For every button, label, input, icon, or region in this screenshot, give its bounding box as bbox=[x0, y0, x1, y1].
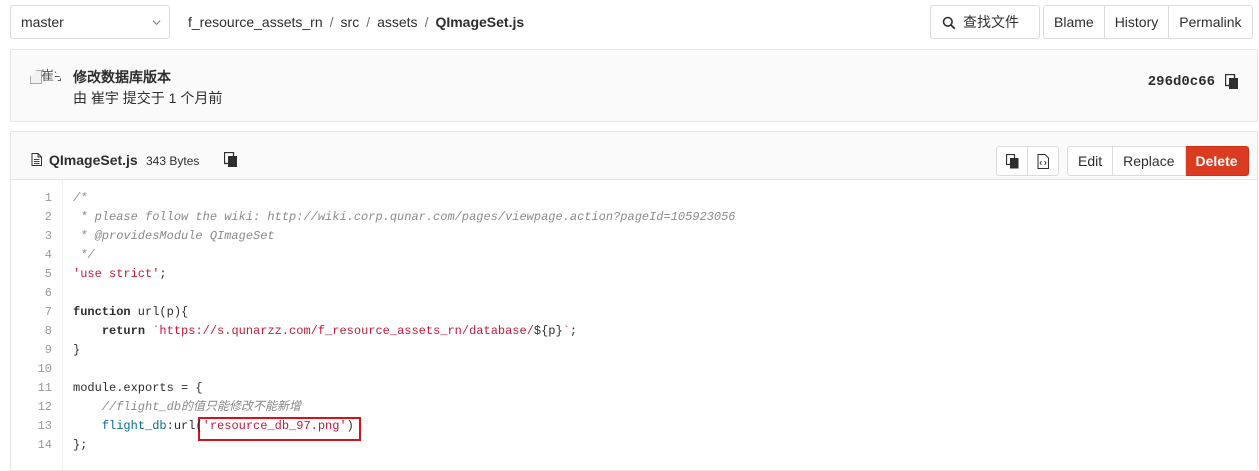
branch-selector[interactable]: master bbox=[10, 5, 170, 39]
edit-button[interactable]: Edit bbox=[1067, 146, 1114, 176]
line-number[interactable]: 2 bbox=[12, 208, 52, 227]
code-token: //flight_db的值只能修改不能新增 bbox=[73, 400, 302, 414]
code-token: }; bbox=[73, 438, 88, 452]
code-token: url(p){ bbox=[130, 305, 189, 319]
code-token: return bbox=[101, 324, 146, 338]
code-token: ; bbox=[569, 324, 578, 338]
breadcrumb-item-src[interactable]: src bbox=[341, 14, 360, 30]
line-number[interactable]: 3 bbox=[12, 227, 52, 246]
find-file-button[interactable]: 查找文件 bbox=[930, 5, 1040, 39]
code-token: ${p} bbox=[533, 324, 563, 338]
history-button[interactable]: History bbox=[1104, 5, 1170, 39]
code-token: ` bbox=[562, 324, 570, 338]
line-number[interactable]: 7 bbox=[12, 303, 52, 322]
code-line: */ bbox=[73, 246, 95, 265]
line-number[interactable]: 12 bbox=[12, 398, 52, 417]
blame-button[interactable]: Blame bbox=[1043, 5, 1105, 39]
open-raw-button[interactable] bbox=[1027, 146, 1059, 176]
code-token: /* bbox=[73, 191, 88, 205]
code-token: } bbox=[73, 343, 81, 357]
commit-sha[interactable]: 296d0c66 bbox=[1148, 74, 1215, 90]
code-line: * please follow the wiki: http://wiki.co… bbox=[73, 208, 736, 227]
breadcrumb-item-file: QImageSet.js bbox=[435, 14, 525, 30]
code-token: * please follow the wiki: http://wiki.co… bbox=[73, 210, 736, 224]
code-token: `https://s.qunarzz.com/f_resource_assets… bbox=[152, 324, 534, 338]
code-token: ; bbox=[159, 267, 167, 281]
copy-sha-icon[interactable] bbox=[1225, 74, 1239, 90]
line-number[interactable]: 6 bbox=[12, 284, 52, 303]
code-line: flight_db:url('resource_db_97.png') bbox=[73, 417, 354, 436]
file-actions-group: Blame History Permalink bbox=[1043, 5, 1253, 39]
code-view: 1 2 3 4 5 6 7 8 9 10 11 12 13 14 /* * please follow t… bbox=[11, 180, 1257, 470]
code-line: } bbox=[73, 341, 80, 360]
code-line: * @providesModule QImageSet bbox=[73, 227, 275, 246]
line-number[interactable]: 14 bbox=[12, 436, 52, 455]
avatar[interactable]: 崔宇's bbox=[28, 68, 62, 102]
branch-name: master bbox=[21, 14, 64, 30]
commit-meta: 由 崔宇 提交于 1 个月前 bbox=[73, 90, 223, 106]
breadcrumb: f_resource_assets_rn / src / assets / QImageSe… bbox=[188, 4, 524, 40]
code-token: ) bbox=[346, 419, 354, 433]
line-number[interactable]: 11 bbox=[12, 379, 52, 398]
code-token: :url( bbox=[166, 419, 203, 433]
file-size: 343 Bytes bbox=[146, 154, 200, 168]
code-token: module.exports = { bbox=[73, 381, 203, 395]
edit-actions-group: Edit Replace Delete bbox=[1067, 146, 1249, 176]
avatar-alt-text: 崔宇's bbox=[41, 68, 62, 83]
chevron-down-icon bbox=[152, 20, 161, 26]
file-header: QImageSet.js 343 Bytes Edit Replace Dele… bbox=[11, 132, 1257, 180]
line-number[interactable]: 4 bbox=[12, 246, 52, 265]
delete-button[interactable]: Delete bbox=[1185, 146, 1249, 176]
top-bar: master f_resource_assets_rn / src / assets / Q… bbox=[10, 4, 1259, 40]
copy-path-icon[interactable] bbox=[224, 152, 238, 168]
line-number[interactable]: 13 bbox=[12, 417, 52, 436]
code-line: //flight_db的值只能修改不能新增 bbox=[73, 398, 301, 417]
file-icon bbox=[31, 153, 42, 166]
replace-button[interactable]: Replace bbox=[1113, 146, 1186, 176]
code-token: flight_db bbox=[101, 419, 167, 433]
copy-source-icon bbox=[1006, 154, 1019, 169]
code-line: return `https://s.qunarzz.com/f_resource… bbox=[73, 322, 577, 341]
last-commit-panel: 崔宇's 修改数据库版本 由 崔宇 提交于 1 个月前 296d0c66 bbox=[10, 49, 1258, 122]
file-name: QImageSet.js bbox=[49, 152, 138, 168]
code-token: 'resource_db_97.png' bbox=[202, 419, 347, 433]
line-number[interactable]: 1 bbox=[12, 189, 52, 208]
file-viewer: QImageSet.js 343 Bytes Edit Replace Dele… bbox=[10, 131, 1258, 471]
breadcrumb-separator: / bbox=[424, 14, 429, 30]
code-token: 'use strict' bbox=[73, 267, 160, 281]
code-token: function bbox=[73, 305, 131, 319]
line-number-gutter: 1 2 3 4 5 6 7 8 9 10 11 12 13 14 bbox=[11, 180, 63, 470]
line-number[interactable]: 9 bbox=[12, 341, 52, 360]
raw-file-icon bbox=[1037, 154, 1049, 169]
commit-title[interactable]: 修改数据库版本 bbox=[73, 67, 171, 87]
code-line: 'use strict'; bbox=[73, 265, 167, 284]
find-file-label: 查找文件 bbox=[963, 14, 1019, 30]
breadcrumb-item-assets[interactable]: assets bbox=[377, 14, 417, 30]
code-token: */ bbox=[73, 248, 95, 262]
breadcrumb-item-repo[interactable]: f_resource_assets_rn bbox=[188, 14, 323, 30]
breadcrumb-separator: / bbox=[329, 14, 334, 30]
line-number[interactable]: 10 bbox=[12, 360, 52, 379]
line-number[interactable]: 5 bbox=[12, 265, 52, 284]
permalink-button[interactable]: Permalink bbox=[1169, 5, 1253, 39]
code-token: * @providesModule QImageSet bbox=[73, 229, 275, 243]
breadcrumb-separator: / bbox=[366, 14, 371, 30]
code-line: function url(p){ bbox=[73, 303, 188, 322]
code-line: }; bbox=[73, 436, 87, 455]
code-line: module.exports = { bbox=[73, 379, 203, 398]
code-line: /* bbox=[73, 189, 87, 208]
copy-source-button[interactable] bbox=[996, 146, 1028, 176]
search-icon bbox=[942, 16, 956, 30]
line-number[interactable]: 8 bbox=[12, 322, 52, 341]
